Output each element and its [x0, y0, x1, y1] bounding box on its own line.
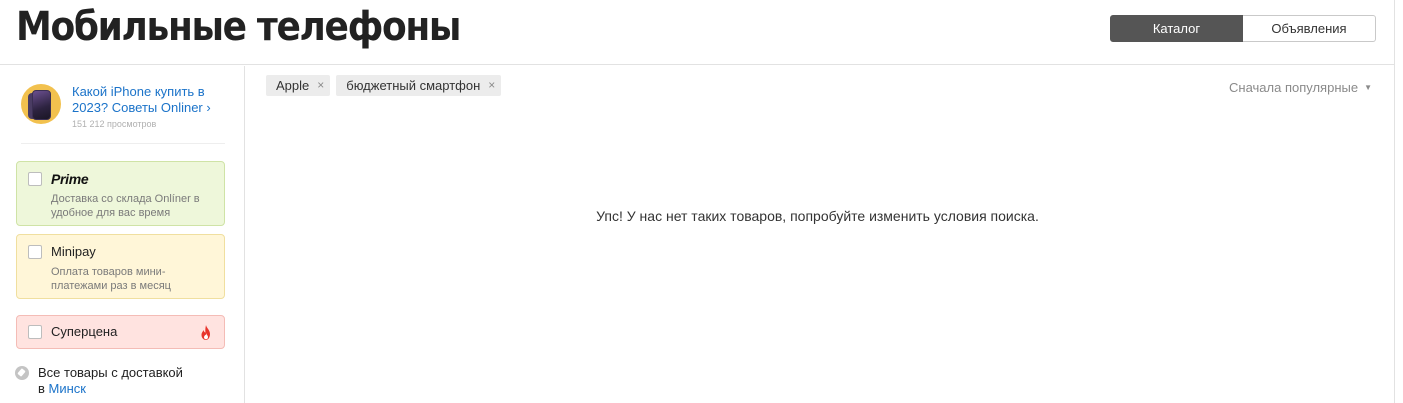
active-filters: Apple × бюджетный смартфон × — [266, 75, 502, 96]
minipay-title: Minipay — [51, 244, 96, 259]
minipay-description: Оплата товаров мини-платежами раз в меся… — [51, 266, 171, 292]
fire-icon — [201, 325, 210, 340]
filter-chip-budget[interactable]: бюджетный смартфон × — [336, 75, 502, 96]
delivery-label: Все товары с доставкой — [38, 365, 183, 380]
delivery-city-link[interactable]: Минск — [49, 381, 86, 396]
empty-results-message: Упс! У нас нет таких товаров, попробуйте… — [596, 208, 1039, 224]
superprice-filter[interactable]: Суперцена — [16, 315, 225, 349]
minipay-checkbox[interactable] — [28, 245, 42, 259]
close-icon[interactable]: × — [317, 75, 324, 96]
sort-dropdown[interactable]: Сначала популярные ▼ — [1229, 80, 1372, 95]
prime-title: Prime — [51, 171, 89, 187]
tab-ads[interactable]: Объявления — [1243, 15, 1376, 42]
iphone-avatar[interactable] — [21, 84, 61, 124]
compass-icon — [15, 366, 29, 380]
delivery-prefix: в — [38, 381, 45, 396]
content-border — [1394, 0, 1395, 403]
close-icon[interactable]: × — [488, 75, 495, 96]
filter-chip-label: Apple — [276, 78, 310, 93]
chevron-down-icon: ▼ — [1364, 83, 1372, 92]
sidebar: Какой iPhone купить в 2023? Советы Onlin… — [0, 66, 245, 403]
promo-link[interactable]: Какой iPhone купить в 2023? Советы Onlin… — [72, 84, 222, 116]
phone-icon — [32, 90, 51, 120]
filter-chip-label: бюджетный смартфон — [346, 78, 481, 93]
page-header: Мобильные телефоны Каталог Объявления — [0, 0, 1395, 65]
prime-checkbox[interactable] — [28, 172, 42, 186]
promo-article[interactable]: Какой iPhone купить в 2023? Советы Onlin… — [21, 84, 225, 144]
delivery-info: Все товары с доставкой в Минск — [38, 365, 218, 397]
superprice-title: Суперцена — [51, 324, 118, 339]
sort-label: Сначала популярные — [1229, 80, 1359, 95]
minipay-filter[interactable]: Minipay Оплата товаров мини-платежами ра… — [16, 234, 225, 299]
promo-views: 151 212 просмотров — [72, 119, 157, 129]
tab-catalog[interactable]: Каталог — [1110, 15, 1243, 42]
section-switch: Каталог Объявления — [1110, 15, 1376, 42]
page-title: Мобильные телефоны — [16, 4, 461, 50]
filter-chip-apple[interactable]: Apple × — [266, 75, 331, 96]
superprice-checkbox[interactable] — [28, 325, 42, 339]
